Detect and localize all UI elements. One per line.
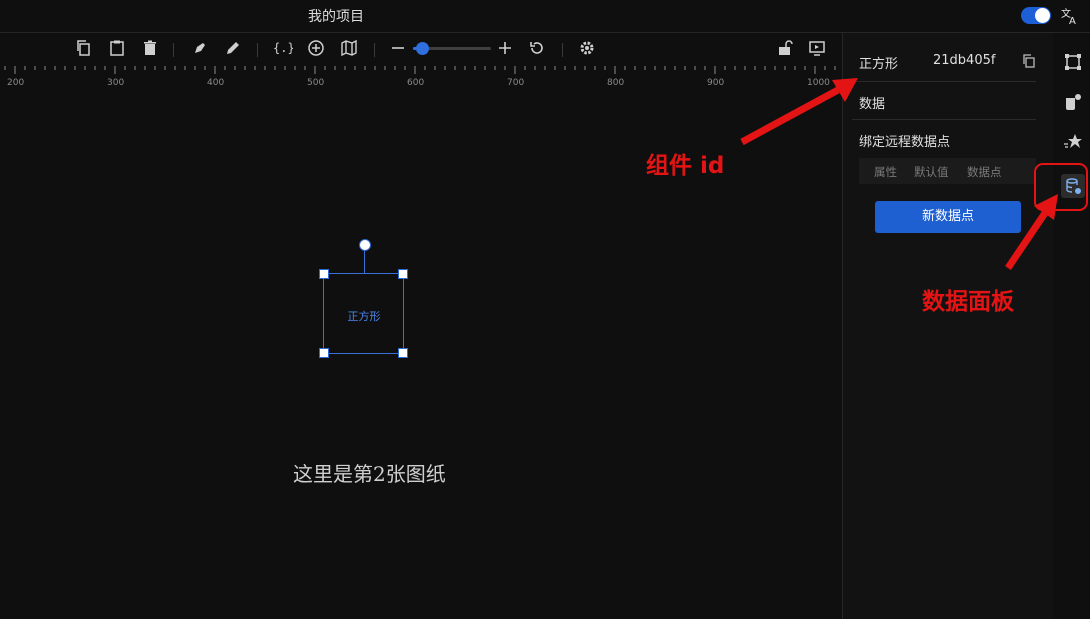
theme-toggle[interactable] [1021,7,1051,24]
data-panel-icon[interactable] [1061,174,1085,198]
resize-handle-bottom-left[interactable] [319,348,329,358]
annotation-component-id: 组件 id [646,153,725,179]
canvas-text[interactable]: 这里是第2张图纸 [293,458,446,487]
toolbar-divider [374,43,375,57]
zoom-out-icon[interactable] [389,39,407,57]
project-title: 我的项目 [308,9,364,25]
lock-open-icon[interactable] [776,39,794,57]
new-datapoint-button[interactable]: 新数据点 [875,201,1021,233]
svg-text:{.}: {.} [273,41,293,55]
shape-nodes-icon[interactable] [1063,52,1083,72]
shape-label: 正方形 [347,310,381,323]
toolbar-divider [562,43,563,57]
rotation-line [364,250,365,273]
ruler-label: 500 [307,78,324,88]
pen-icon[interactable] [191,39,209,57]
resize-handle-bottom-right[interactable] [398,348,408,358]
bind-remote-label: 绑定远程数据点 [859,135,951,150]
properties-panel [842,33,1053,619]
ruler-label: 200 [7,78,24,88]
gear-icon[interactable] [578,39,596,57]
column-header-default: 默认值 [914,165,949,179]
ruler-label: 700 [507,78,524,88]
copy-icon[interactable] [75,39,93,57]
zoom-plus-icon[interactable] [496,39,514,57]
horizontal-ruler: 200 300 400 500 600 700 800 900 1000 [0,63,842,89]
toolbar-divider [173,43,174,57]
translate-icon[interactable]: 文A [1060,6,1080,27]
toggle-knob [1035,8,1050,23]
pencil-icon[interactable] [224,39,242,57]
reset-icon[interactable] [528,39,546,57]
zoom-in-circle-icon[interactable] [307,39,325,57]
svg-text:A: A [1069,16,1076,26]
panel-icon-rail [1052,33,1090,619]
style-palette-icon[interactable] [1063,92,1083,112]
component-type: 正方形 [859,57,899,72]
resize-handle-top-left[interactable] [319,269,329,279]
animation-star-icon[interactable] [1063,132,1083,152]
toolbar-divider [257,43,258,57]
copy-id-icon[interactable] [1022,53,1036,68]
datapoint-table-header: 属性 默认值 数据点 [859,158,1036,184]
ruler-label: 800 [607,78,624,88]
resize-handle-top-right[interactable] [398,269,408,279]
annotation-data-panel: 数据面板 [922,289,1014,315]
panel-divider [852,81,1036,82]
code-braces-icon[interactable]: {.} [273,39,293,57]
column-header-datapoint: 数据点 [967,165,1002,179]
ruler-label: 900 [707,78,724,88]
paste-icon[interactable] [108,39,126,57]
ruler-label: 300 [107,78,124,88]
data-section-title: 数据 [859,97,886,112]
panel-divider [852,119,1036,120]
preview-icon[interactable] [808,39,826,57]
top-bar [0,0,1090,33]
ruler-label: 1000 [807,78,830,88]
delete-icon[interactable] [141,39,159,57]
editor-toolbar: {.} [0,33,842,63]
column-header-property: 属性 [874,165,897,179]
map-icon[interactable] [340,39,358,57]
ruler-label: 600 [407,78,424,88]
zoom-slider-thumb[interactable] [415,42,429,55]
rotation-handle[interactable] [359,239,371,251]
zoom-slider[interactable] [413,42,491,55]
ruler-label: 400 [207,78,224,88]
component-id: 21db405f [933,53,996,68]
